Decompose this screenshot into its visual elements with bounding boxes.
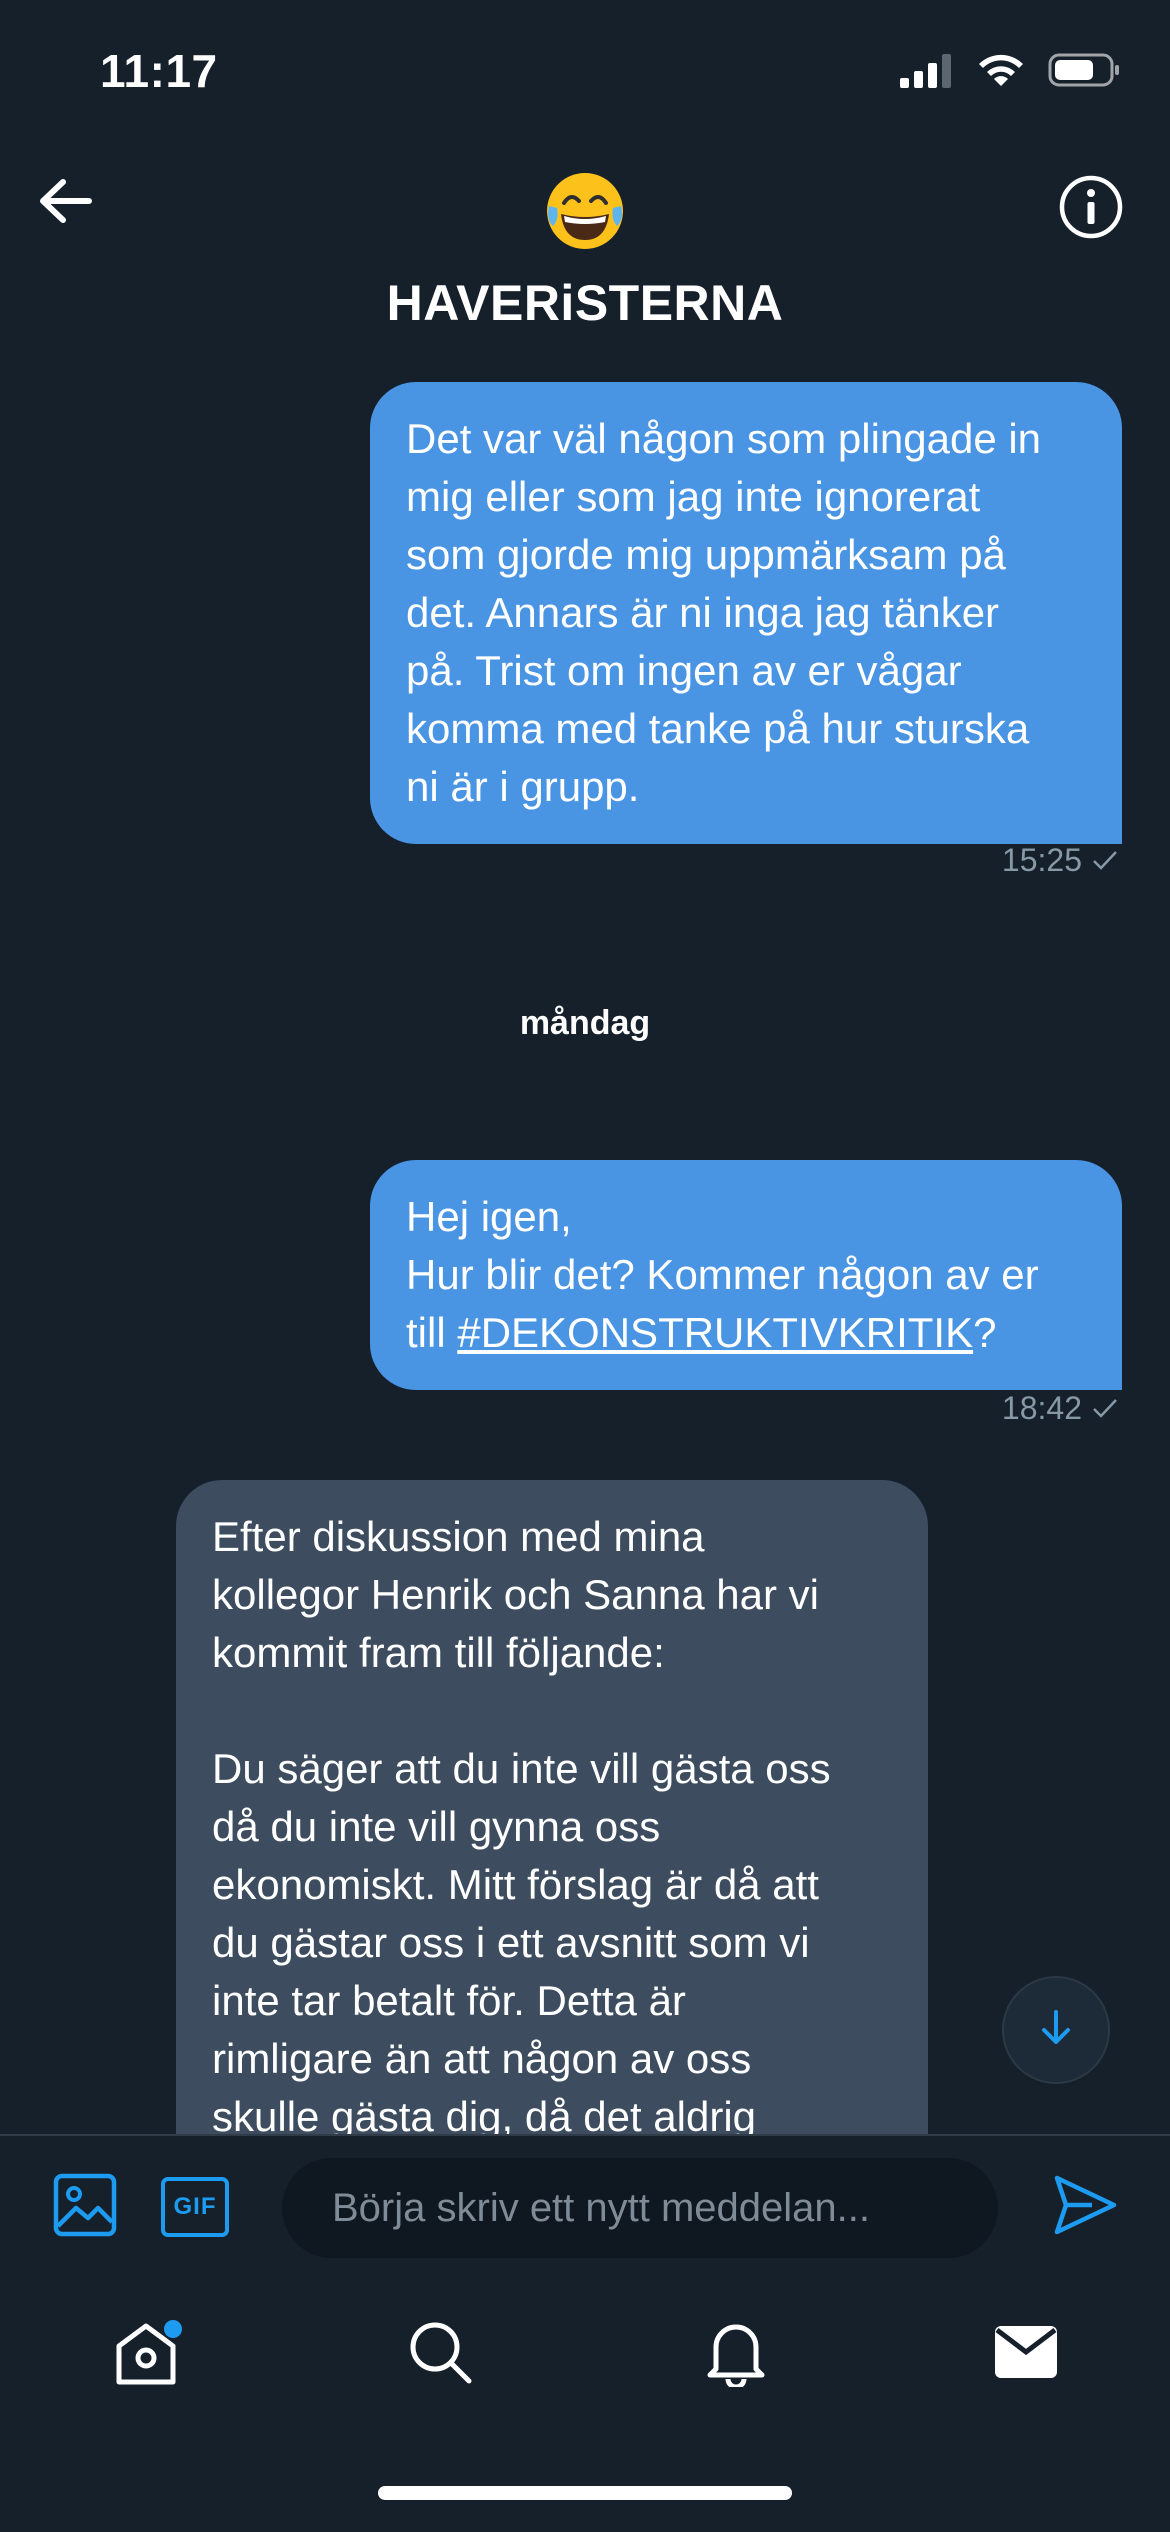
- message-bubble-incoming[interactable]: Efter diskussion med mina kollegor Henri…: [176, 1480, 928, 2134]
- hashtag-link[interactable]: #DEKONSTRUKTIVKRITIK: [457, 1309, 973, 1356]
- tab-search[interactable]: [400, 2314, 480, 2394]
- message-text-line: till #DEKONSTRUKTIVKRITIK?: [406, 1304, 1086, 1362]
- status-time: 11:17: [100, 45, 218, 97]
- message-text-prefix: till: [406, 1309, 458, 1356]
- arrow-left-icon: [37, 177, 93, 230]
- gif-label: GIF: [173, 2193, 217, 2220]
- cellular-signal-icon: [900, 52, 954, 93]
- message-bubble-outgoing[interactable]: Hej igen, Hur blir det? Kommer någon av …: [370, 1160, 1122, 1390]
- message-text: Det var väl någon som plingade in mig el…: [406, 415, 1042, 810]
- status-icons: [900, 52, 1120, 93]
- checkmark-icon: [1092, 1390, 1118, 1427]
- message-meta: 18:42: [1002, 1390, 1118, 1427]
- tab-messages[interactable]: [986, 2314, 1066, 2394]
- search-icon: [407, 2319, 473, 2390]
- bottom-tab-bar: [0, 2274, 1170, 2434]
- message-list[interactable]: Det var väl någon som plingade in mig el…: [0, 340, 1170, 2134]
- send-button[interactable]: [1050, 2172, 1120, 2242]
- notification-dot: [164, 2320, 182, 2338]
- message-bubble-outgoing[interactable]: Det var väl någon som plingade in mig el…: [370, 382, 1122, 844]
- checkmark-icon: [1092, 842, 1118, 879]
- info-icon: [1058, 174, 1124, 245]
- gif-icon: GIF: [161, 2177, 229, 2237]
- info-button[interactable]: [1058, 174, 1124, 245]
- message-meta: 15:25: [1002, 842, 1118, 879]
- home-indicator[interactable]: [378, 2486, 792, 2500]
- conversation-title[interactable]: HAVERiSTERNA: [0, 274, 1170, 332]
- message-time: 15:25: [1001, 842, 1082, 878]
- message-input[interactable]: [282, 2158, 998, 2258]
- status-bar: 11:17: [0, 0, 1170, 140]
- conversation-header: HAVERiSTERNA: [0, 140, 1170, 340]
- tab-notifications[interactable]: [696, 2314, 776, 2394]
- message-text-line: Hej igen,: [406, 1193, 572, 1240]
- image-icon: [52, 2172, 118, 2243]
- message-text: Efter diskussion med mina kollegor Henri…: [212, 1513, 831, 2134]
- battery-icon: [1048, 52, 1120, 93]
- scroll-to-bottom-button[interactable]: [1002, 1976, 1110, 2084]
- day-separator: måndag: [519, 1004, 651, 1042]
- add-gif-button[interactable]: GIF: [160, 2172, 230, 2242]
- message-composer: GIF: [0, 2134, 1170, 2274]
- message-text-line: Hur blir det? Kommer någon av er: [406, 1251, 1039, 1298]
- message-text-suffix: ?: [973, 1309, 997, 1356]
- tab-home[interactable]: [106, 2314, 186, 2394]
- send-icon: [1052, 2174, 1118, 2241]
- group-avatar[interactable]: [544, 170, 626, 252]
- arrow-down-icon: [1038, 2008, 1074, 2053]
- bell-icon: [704, 2317, 768, 2392]
- mail-icon: [993, 2324, 1059, 2385]
- wifi-icon: [976, 52, 1026, 93]
- back-button[interactable]: [30, 168, 100, 238]
- add-image-button[interactable]: [50, 2172, 120, 2242]
- message-time: 18:42: [1001, 1390, 1082, 1426]
